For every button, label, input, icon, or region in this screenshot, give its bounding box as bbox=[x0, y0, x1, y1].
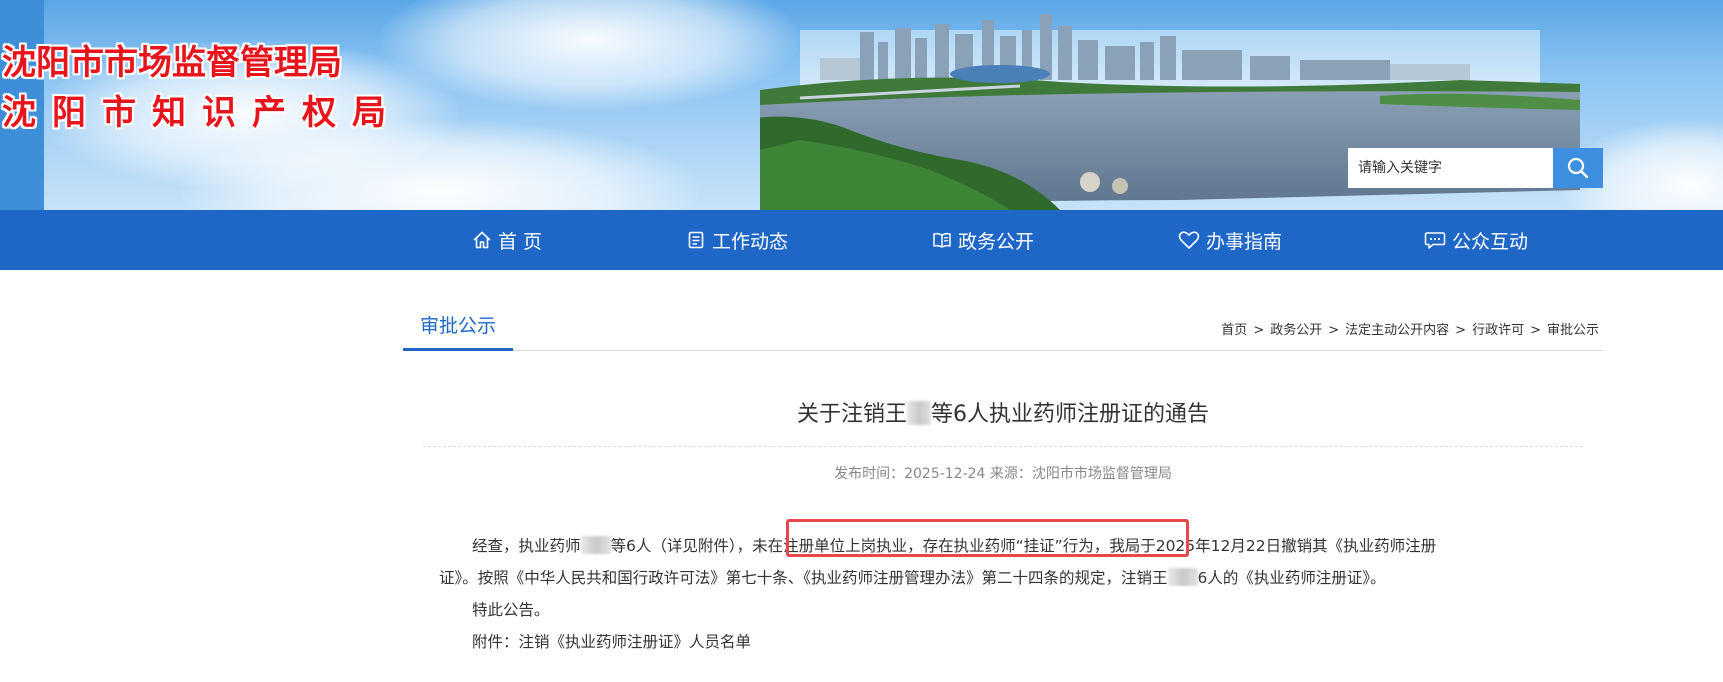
nav-label: 政务公开 bbox=[958, 230, 1035, 253]
breadcrumb: 首页 > 政务公开 > 法定主动公开内容 > 行政许可 > 审批公示 bbox=[1221, 319, 1599, 338]
redacted-name bbox=[907, 401, 931, 425]
heart-icon bbox=[1178, 231, 1200, 249]
para2-text-a: 证》。按照《中华人民共和国行政许可法》第七十条、《执业药师注册管理办法》第二十四… bbox=[439, 569, 1168, 587]
article-title: 关于注销王 等6人执业药师注册证的通告 bbox=[423, 396, 1583, 428]
redacted-name bbox=[580, 536, 611, 554]
nav-label: 首 页 bbox=[498, 230, 543, 253]
section-tab-approval[interactable]: 审批公示 bbox=[403, 300, 513, 351]
breadcrumb-gov-affairs[interactable]: 政务公开 bbox=[1270, 323, 1322, 338]
breadcrumb-approval-notice[interactable]: 审批公示 bbox=[1547, 323, 1599, 338]
redacted-name bbox=[1167, 568, 1198, 586]
breadcrumb-separator: > bbox=[1455, 323, 1467, 338]
article-title-suffix: 等6人执业药师注册证的通告 bbox=[931, 402, 1209, 427]
breadcrumb-admin-license[interactable]: 行政许可 bbox=[1472, 323, 1524, 338]
breadcrumb-statutory-disclosure[interactable]: 法定主动公开内容 bbox=[1345, 323, 1449, 338]
para2-text-b: 6人的《执业药师注册证》。 bbox=[1197, 569, 1386, 587]
nav-label: 公众互动 bbox=[1452, 230, 1529, 253]
nav-item-work-news[interactable]: 工作动态 bbox=[686, 210, 788, 270]
home-icon bbox=[473, 231, 491, 249]
paragraph-3: 特此公告。 bbox=[472, 601, 550, 619]
article-title-prefix: 关于注销王 bbox=[796, 402, 907, 427]
section-header: 审批公示 首页 > 政务公开 > 法定主动公开内容 > 行政许可 > 审批公示 bbox=[403, 300, 1603, 351]
book-icon bbox=[933, 232, 951, 248]
search-button[interactable] bbox=[1553, 148, 1603, 188]
search-icon bbox=[1567, 157, 1589, 179]
main-nav: 首 页 工作动态 政务公开 办事指南 公众互动 bbox=[0, 210, 1723, 270]
header-banner: 沈阳市市场监督管理局 沈阳市知识产权局 bbox=[0, 0, 1723, 210]
site-title: 沈阳市市场监督管理局 沈阳市知识产权局 bbox=[2, 38, 402, 138]
para1-text-b: 等6人（详见附件） bbox=[610, 537, 737, 555]
nav-item-public-interaction[interactable]: 公众互动 bbox=[1424, 210, 1528, 270]
article-meta: 发布时间：2025-12-24 来源：沈阳市市场监督管理局 bbox=[834, 466, 1172, 482]
nav-item-service-guide[interactable]: 办事指南 bbox=[1178, 210, 1282, 270]
breadcrumb-separator: > bbox=[1253, 323, 1265, 338]
nav-label: 工作动态 bbox=[712, 230, 789, 253]
red-highlight-box bbox=[786, 519, 1189, 557]
breadcrumb-separator: > bbox=[1328, 323, 1340, 338]
nav-label: 办事指南 bbox=[1206, 230, 1283, 253]
breadcrumb-separator: > bbox=[1530, 323, 1541, 338]
nav-item-home[interactable]: 首 页 bbox=[472, 210, 542, 270]
chat-icon bbox=[1424, 232, 1446, 249]
breadcrumb-home[interactable]: 首页 bbox=[1221, 323, 1247, 338]
nav-item-gov-affairs[interactable]: 政务公开 bbox=[932, 210, 1034, 270]
para1-text-a: 经查，执业药师 bbox=[472, 537, 581, 555]
document-icon bbox=[688, 231, 704, 249]
site-title-line1: 沈阳市市场监督管理局 bbox=[2, 43, 342, 83]
site-title-line2: 沈阳市知识产权局 bbox=[2, 93, 402, 133]
attachment-line[interactable]: 附件：注销《执业药师注册证》人员名单 bbox=[472, 626, 1532, 658]
paragraph-2: 证》。按照《中华人民共和国行政许可法》第七十条、《执业药师注册管理办法》第二十四… bbox=[439, 562, 1532, 594]
title-divider bbox=[423, 446, 1583, 447]
